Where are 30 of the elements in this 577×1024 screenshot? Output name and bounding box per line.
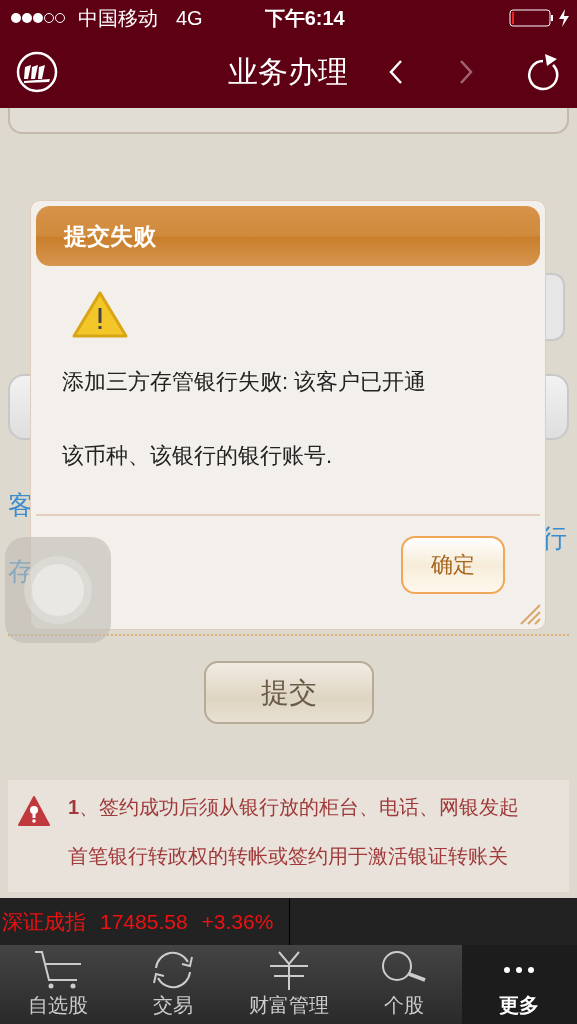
refresh-icon[interactable] [525,53,561,91]
page-title: 业务办理 [228,53,348,90]
resize-grip-icon[interactable] [519,603,541,625]
notice-text: 首笔银行转政权的转帐或签约用于激活银证转账关 [68,844,509,869]
notice-text: 1、签约成功后须从银行放的柜台、电话、网银发起 [68,795,520,820]
warning-icon [18,796,50,826]
dialog-message: 该币种、该银行的银行账号. [62,442,334,470]
tab-item[interactable]: 个股 [346,945,462,1024]
index-name: 深证成指 [2,908,86,935]
back-icon[interactable] [388,59,404,85]
index-value: 17485.58 [100,909,188,934]
tab-item[interactable]: 交易 [115,945,231,1024]
index-change: +3.36% [201,909,274,934]
dialog-message: 添加三方存管银行失败: 该客户已开通 [62,368,428,396]
input-field[interactable] [8,108,569,134]
dialog-title: 提交失败 [64,221,156,251]
assistive-touch-icon[interactable] [5,537,111,643]
confirm-button[interactable]: 确定 [401,536,505,594]
cart-icon [32,950,83,990]
battery-icon [509,8,571,28]
carrier-name: 中国移动 [78,5,158,31]
signal-icon [10,11,68,25]
tab-item[interactable]: 财富管理 [230,945,347,1024]
tab-item[interactable]: 更多 [461,945,577,1024]
tab-item[interactable]: 自选股 [0,945,116,1024]
network-type: 4G [176,6,203,30]
clock-time: 下午6:14 [264,5,345,31]
more-icon [504,967,535,973]
submit-button[interactable]: 提交 [203,661,374,724]
logo-icon[interactable] [16,51,58,93]
